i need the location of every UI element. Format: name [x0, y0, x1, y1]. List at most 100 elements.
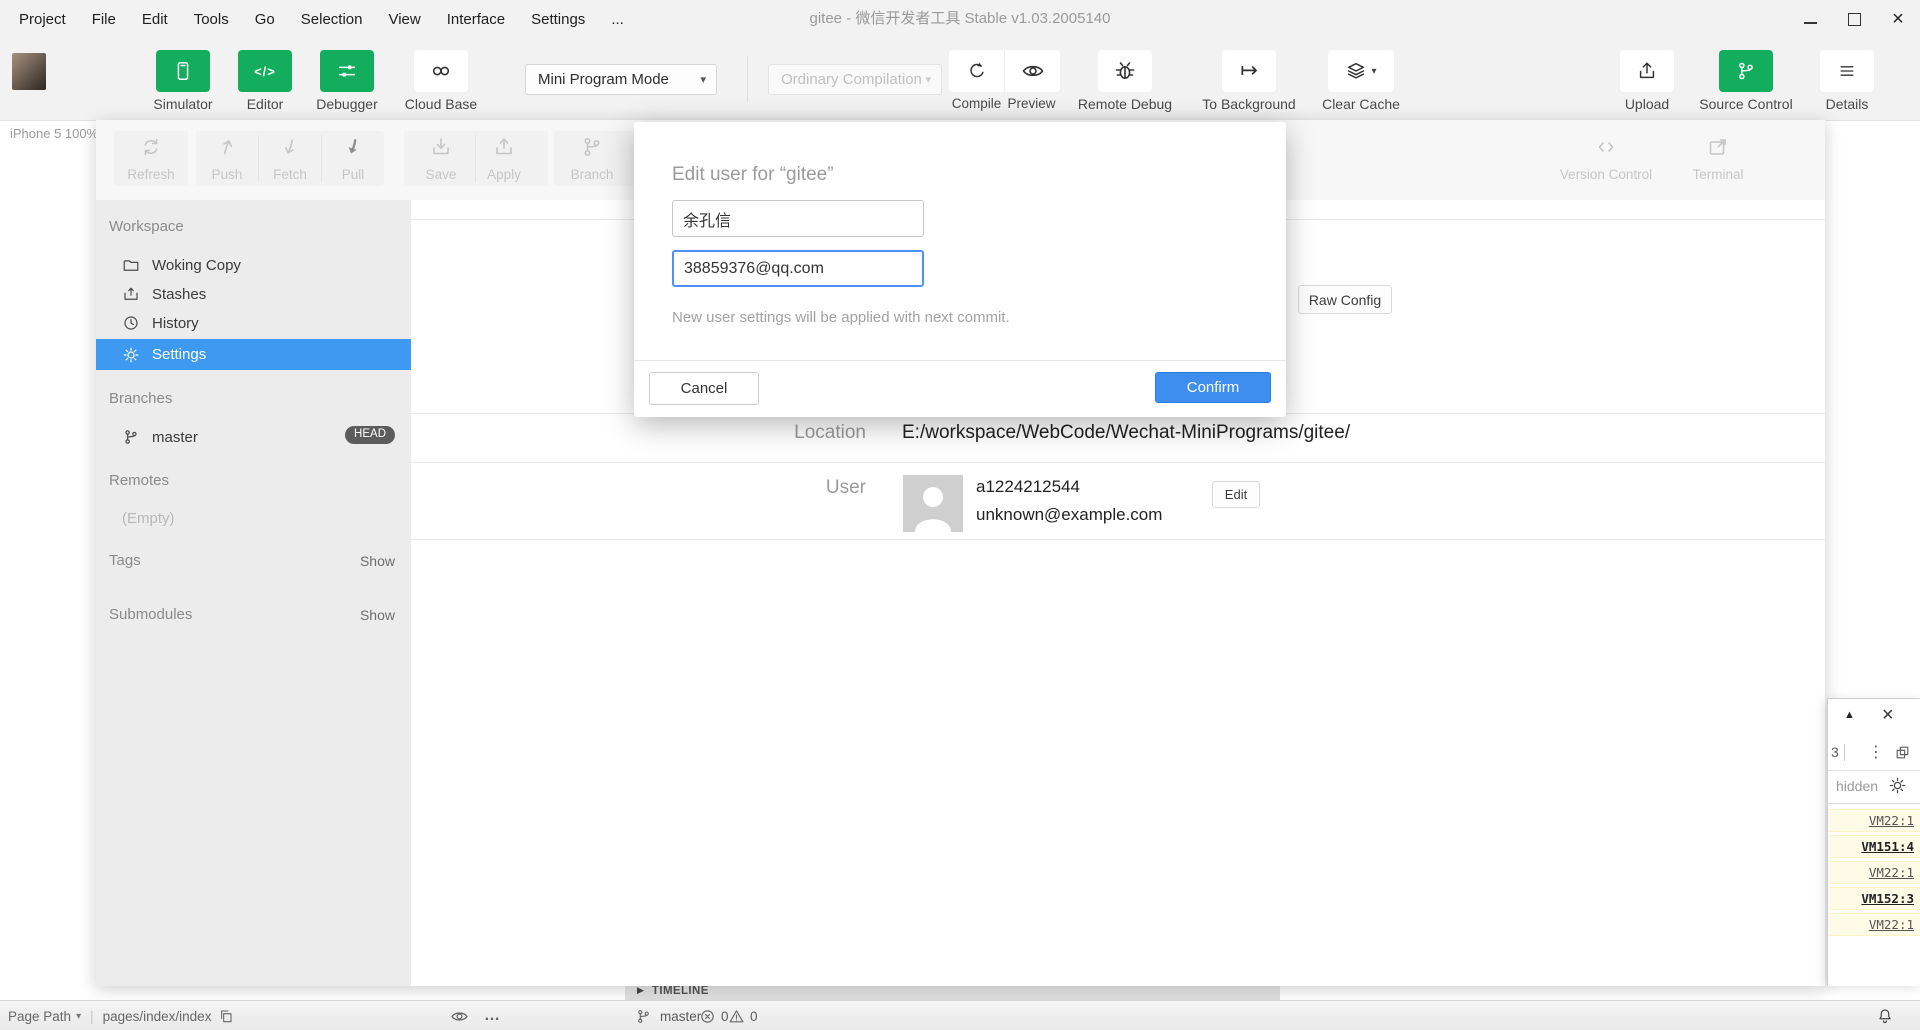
- page-path-selector[interactable]: Page Path: [8, 1009, 71, 1024]
- console-warning-row: VM22:1: [1829, 809, 1920, 832]
- location-label: Location: [794, 422, 866, 443]
- git-user-name: a1224212544: [976, 477, 1081, 496]
- sidebar-item-branch-master[interactable]: master HEAD: [96, 422, 411, 452]
- kebab-menu-icon[interactable]: ⋮: [1868, 742, 1884, 762]
- maximize-button[interactable]: [1832, 0, 1876, 38]
- git-branch-button[interactable]: Branch: [560, 135, 624, 182]
- console-count: 3: [1831, 744, 1839, 760]
- menu-go[interactable]: Go: [242, 11, 288, 28]
- simulator-button[interactable]: Simulator: [141, 50, 225, 112]
- raw-config-button[interactable]: Raw Config: [1298, 285, 1392, 314]
- titlebar: Project File Edit Tools Go Selection Vie…: [0, 0, 1920, 38]
- close-button[interactable]: ×: [1876, 0, 1920, 38]
- location-value: E:/workspace/WebCode/Wechat-MiniPrograms…: [902, 422, 1351, 443]
- more-icon[interactable]: …: [484, 1001, 500, 1030]
- menu-tools[interactable]: Tools: [181, 11, 242, 28]
- compile-mode-select[interactable]: Ordinary Compilation ▾: [768, 64, 942, 95]
- branch-name[interactable]: master: [655, 1001, 701, 1030]
- divider: [411, 539, 1825, 540]
- submodules-section-label: Submodules: [109, 606, 193, 623]
- git-save-button[interactable]: Save: [409, 135, 473, 182]
- warnings-indicator[interactable]: 0: [728, 1001, 758, 1030]
- chevron-down-icon: ▾: [1371, 65, 1377, 77]
- branch-icon[interactable]: [635, 1001, 652, 1030]
- git-fetch-button[interactable]: Fetch: [258, 135, 322, 182]
- user-name-input[interactable]: [672, 200, 924, 237]
- menu-project[interactable]: Project: [6, 11, 79, 28]
- workspace-section-label: Workspace: [109, 218, 184, 235]
- version-control-button[interactable]: Version Control: [1551, 135, 1661, 182]
- bell-icon[interactable]: [1876, 1001, 1894, 1030]
- menu-view[interactable]: View: [375, 11, 433, 28]
- divider: [411, 462, 1825, 463]
- divider: [1844, 744, 1845, 761]
- errors-indicator[interactable]: 0: [699, 1001, 729, 1030]
- minimize-icon: [1803, 21, 1817, 24]
- maximize-icon: [1847, 12, 1861, 26]
- close-icon: ×: [1892, 8, 1904, 30]
- menu-edit[interactable]: Edit: [129, 11, 181, 28]
- git-apply-button[interactable]: Apply: [472, 135, 536, 182]
- upload-button[interactable]: Upload: [1605, 50, 1689, 112]
- sidebar-item-history[interactable]: History: [96, 308, 411, 338]
- mode-select[interactable]: Mini Program Mode ▾: [525, 64, 717, 95]
- source-link[interactable]: VM151:4: [1861, 839, 1920, 854]
- menu-settings[interactable]: Settings: [518, 11, 598, 28]
- remote-debug-button[interactable]: Remote Debug: [1070, 50, 1180, 112]
- copy-icon[interactable]: [218, 1008, 234, 1024]
- sidebar-item-working-copy[interactable]: Woking Copy: [96, 250, 411, 280]
- user-avatar[interactable]: [12, 53, 46, 90]
- clear-cache-button[interactable]: ▾ Clear Cache: [1306, 50, 1416, 112]
- git-pull-button[interactable]: Pull: [321, 135, 385, 182]
- git-user-avatar: [903, 475, 963, 532]
- menu-interface[interactable]: Interface: [434, 11, 518, 28]
- toolbar-divider: [747, 56, 748, 102]
- user-email-input[interactable]: [672, 250, 924, 287]
- preview-button[interactable]: [1004, 50, 1060, 92]
- overlapping-windows-icon[interactable]: [1894, 744, 1911, 761]
- filter-text[interactable]: hidden: [1836, 778, 1878, 794]
- edit-user-button[interactable]: Edit: [1212, 481, 1260, 508]
- device-selector[interactable]: iPhone 5 100%: [10, 126, 98, 141]
- save-tray-icon: [429, 135, 453, 161]
- user-label: User: [825, 477, 866, 498]
- tags-section-label: Tags: [109, 552, 141, 569]
- branch-icon: [122, 428, 140, 446]
- tags-show-link[interactable]: Show: [360, 553, 395, 569]
- minimize-button[interactable]: [1788, 0, 1832, 38]
- wechat-devtools-window: Project File Edit Tools Go Selection Vie…: [0, 0, 1920, 1030]
- console-filter-bar: hidden: [1828, 770, 1920, 804]
- menu-more[interactable]: ...: [598, 11, 637, 28]
- source-link[interactable]: VM22:1: [1869, 813, 1920, 828]
- debugger-button[interactable]: Debugger: [305, 50, 389, 112]
- git-push-button[interactable]: Push: [195, 135, 259, 182]
- submodules-show-link[interactable]: Show: [360, 607, 395, 623]
- cloud-base-button[interactable]: Cloud Base: [399, 50, 483, 112]
- to-background-button[interactable]: ↦ To Background: [1194, 50, 1304, 112]
- source-link[interactable]: VM22:1: [1869, 917, 1920, 932]
- sidebar-item-settings[interactable]: Settings: [96, 339, 411, 370]
- divider: |: [90, 1008, 94, 1024]
- compile-button[interactable]: [949, 50, 1004, 92]
- source-link[interactable]: VM152:3: [1861, 891, 1920, 906]
- chevron-down-icon: ▾: [925, 74, 931, 86]
- remotes-section-label: Remotes: [109, 472, 170, 489]
- console-close-icon[interactable]: ×: [1882, 704, 1894, 727]
- editor-button[interactable]: </> Editor: [223, 50, 307, 112]
- eye-icon[interactable]: [450, 1001, 469, 1030]
- compile-preview-group: Compile Preview: [949, 50, 1060, 111]
- dock-expand-icon[interactable]: ▲: [1844, 709, 1855, 721]
- confirm-button[interactable]: Confirm: [1155, 372, 1271, 403]
- menu-selection[interactable]: Selection: [288, 11, 376, 28]
- terminal-button[interactable]: Terminal: [1683, 135, 1753, 182]
- code-brackets-icon: [1594, 135, 1618, 161]
- git-refresh-button[interactable]: Refresh: [119, 135, 183, 182]
- gear-icon[interactable]: [1888, 776, 1907, 795]
- cancel-button[interactable]: Cancel: [649, 372, 759, 405]
- eye-icon: [1021, 59, 1045, 83]
- source-control-button[interactable]: Source Control: [1691, 50, 1801, 112]
- menu-file[interactable]: File: [79, 11, 129, 28]
- source-link[interactable]: VM22:1: [1869, 865, 1920, 880]
- sidebar-item-stashes[interactable]: Stashes: [96, 279, 411, 309]
- details-button[interactable]: Details: [1805, 50, 1889, 112]
